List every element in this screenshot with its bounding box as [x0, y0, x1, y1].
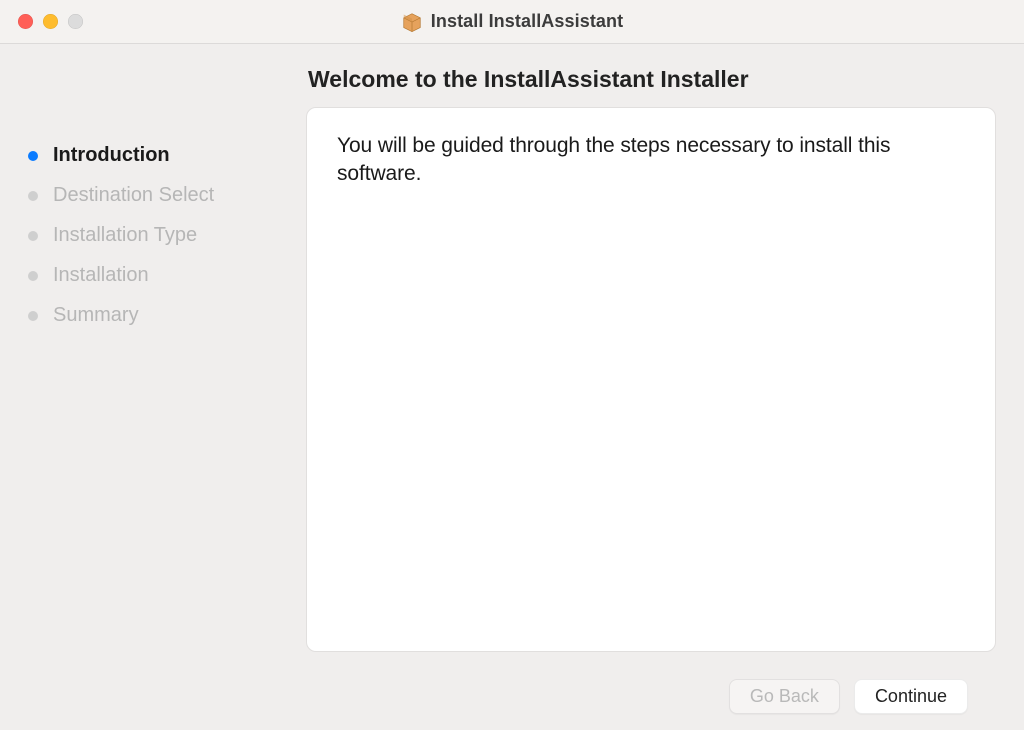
window-title: Install InstallAssistant	[0, 11, 1024, 33]
titlebar: Install InstallAssistant	[0, 0, 1024, 44]
zoom-window-button	[68, 14, 83, 29]
window-title-text: Install InstallAssistant	[431, 11, 623, 32]
step-introduction: Introduction	[28, 144, 300, 167]
step-label: Installation	[53, 264, 149, 287]
step-label: Introduction	[53, 144, 170, 167]
step-summary: Summary	[28, 304, 300, 327]
step-installation-type: Installation Type	[28, 224, 300, 247]
step-bullet-icon	[28, 311, 38, 321]
window-body: Introduction Destination Select Installa…	[0, 44, 1024, 730]
content-card: You will be guided through the steps nec…	[306, 107, 996, 652]
step-label: Summary	[53, 304, 139, 327]
go-back-button: Go Back	[729, 679, 840, 714]
minimize-window-button[interactable]	[43, 14, 58, 29]
step-label: Destination Select	[53, 184, 214, 207]
continue-button[interactable]: Continue	[854, 679, 968, 714]
step-bullet-icon	[28, 151, 38, 161]
intro-text: You will be guided through the steps nec…	[337, 132, 965, 189]
page-heading: Welcome to the InstallAssistant Installe…	[308, 66, 996, 93]
step-bullet-icon	[28, 271, 38, 281]
step-destination-select: Destination Select	[28, 184, 300, 207]
close-window-button[interactable]	[18, 14, 33, 29]
installer-window: Install InstallAssistant Introduction De…	[0, 0, 1024, 730]
step-installation: Installation	[28, 264, 300, 287]
step-label: Installation Type	[53, 224, 197, 247]
step-bullet-icon	[28, 191, 38, 201]
step-bullet-icon	[28, 231, 38, 241]
main-pane: Welcome to the InstallAssistant Installe…	[300, 44, 1024, 730]
steps-sidebar: Introduction Destination Select Installa…	[0, 44, 300, 730]
footer-buttons: Go Back Continue	[306, 662, 996, 730]
package-icon	[401, 11, 423, 33]
window-controls	[0, 14, 83, 29]
